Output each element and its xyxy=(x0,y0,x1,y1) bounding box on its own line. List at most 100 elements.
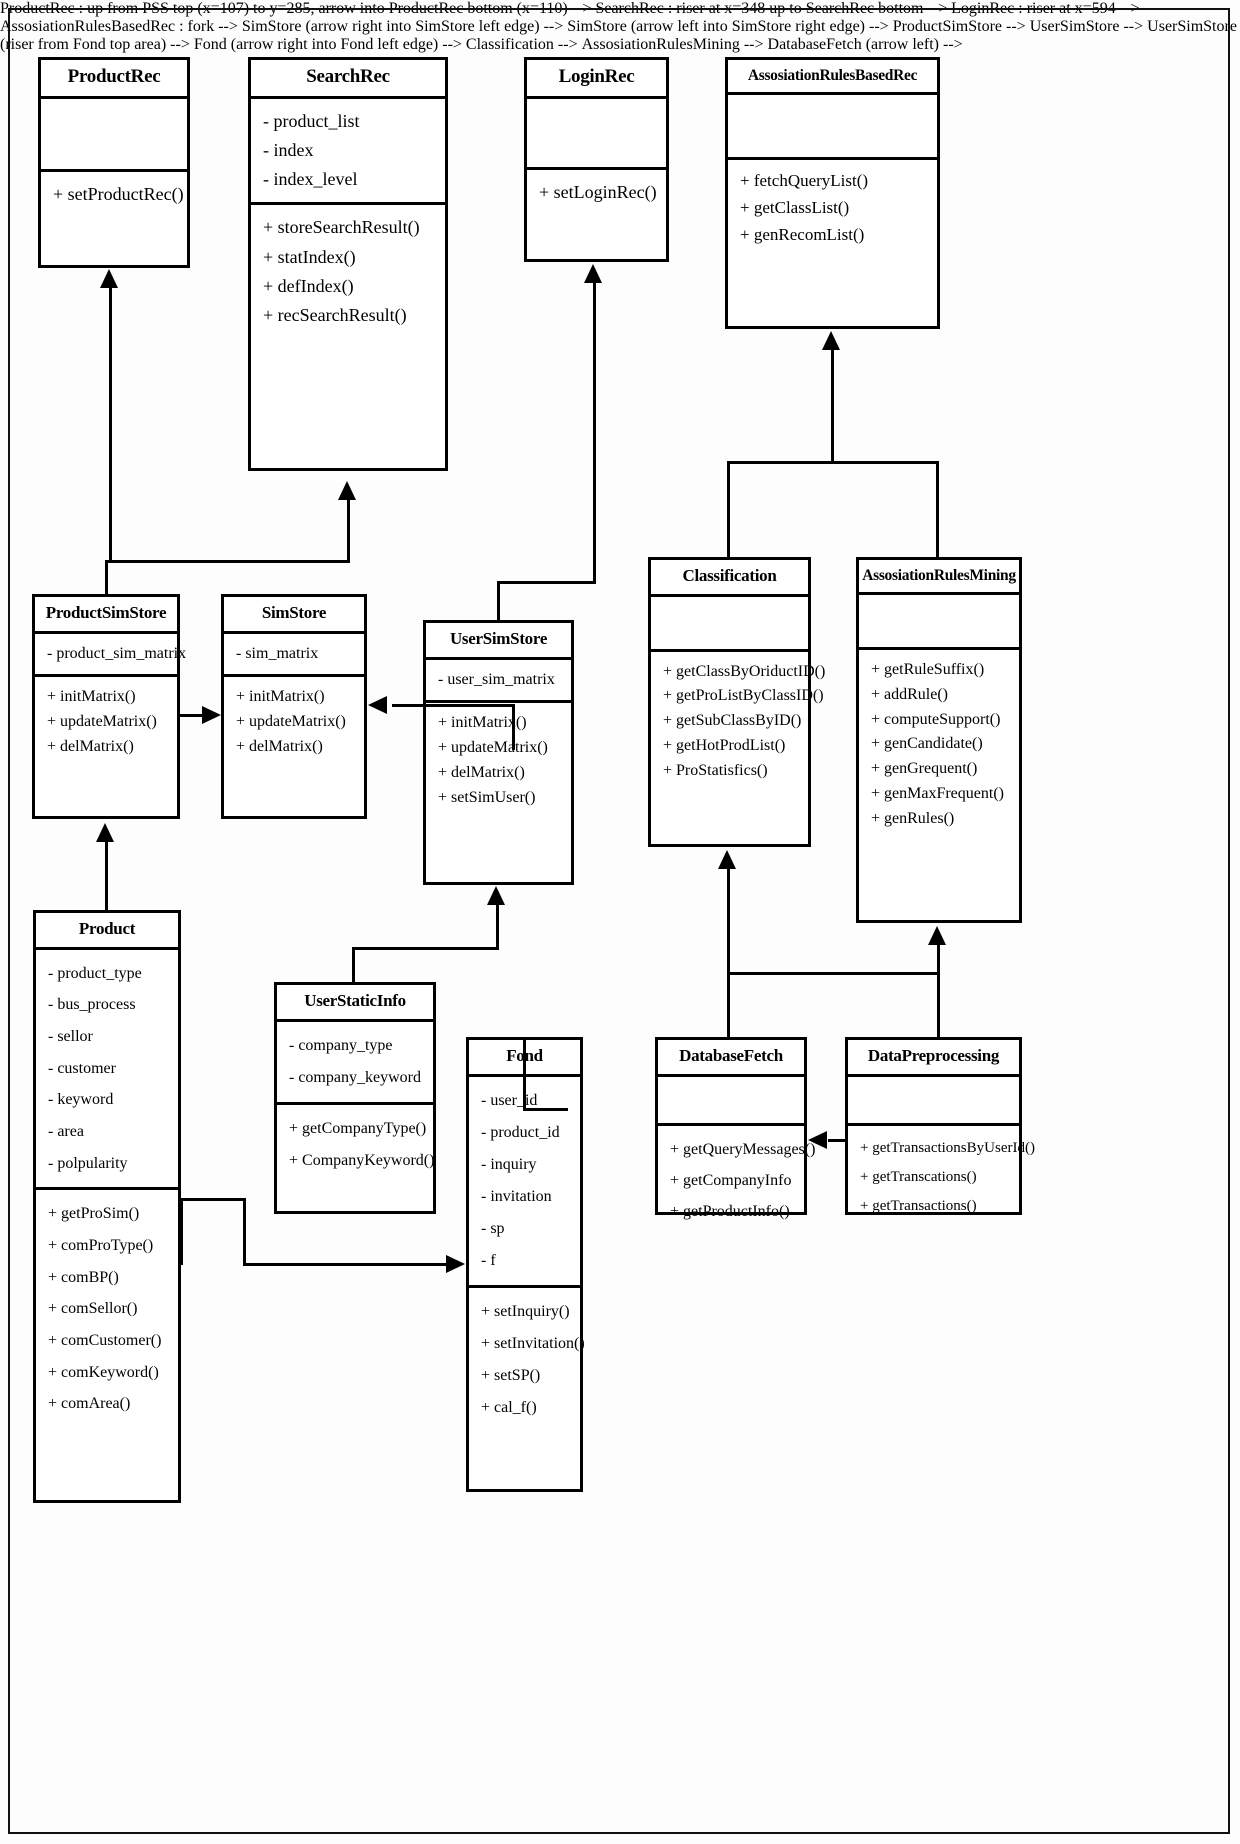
connector-datapreprocessing-to-assosiationrulesmining xyxy=(937,945,940,1039)
attribute-row: - f xyxy=(481,1251,496,1269)
operation-row: + addRule() xyxy=(871,685,948,703)
class-box-databasefetch[interactable]: DatabaseFetch + getQueryMessages() + get… xyxy=(655,1037,815,1220)
attribute-row: - user_sim_matrix xyxy=(438,670,555,688)
operation-row: + updateMatrix() xyxy=(236,713,346,731)
class-attributes-productsimstore: - product_sim_matrix xyxy=(35,634,187,678)
attribute-row: - company_keyword xyxy=(289,1068,421,1086)
connector-productrec-riser xyxy=(109,288,112,562)
operation-row: + getProSim() xyxy=(48,1205,140,1223)
attribute-row: - product_sim_matrix xyxy=(47,644,187,662)
class-attributes-datapreprocessing xyxy=(848,1077,1019,1126)
connector-fond-riser xyxy=(523,1037,526,1111)
class-name-databasefetch: DatabaseFetch xyxy=(658,1040,804,1077)
class-box-usersimstore[interactable]: UserSimStore - user_sim_matrix + initMat… xyxy=(423,620,574,885)
operation-row: + comKeyword() xyxy=(48,1363,159,1381)
connector-product-to-fond-step xyxy=(180,1198,245,1201)
operation-row: + comSellor() xyxy=(48,1300,138,1318)
connector-to-searchrec-horizontal xyxy=(105,560,350,563)
class-box-classification[interactable]: Classification + getClassByOriductID() +… xyxy=(648,557,826,847)
operation-row: + cal_f() xyxy=(481,1398,537,1416)
class-box-userstaticinfo[interactable]: UserStaticInfo - company_type - company_… xyxy=(274,982,436,1214)
operation-row: + getSubClassByID() xyxy=(663,712,802,730)
arrowhead-to-databasefetch-right xyxy=(808,1131,827,1149)
connector-fond-jog xyxy=(523,1108,568,1111)
operation-row: + genCandidate() xyxy=(871,735,983,753)
operation-row: + delMatrix() xyxy=(47,738,134,756)
class-box-assosiationrulesbasedrec[interactable]: AssosiationRulesBasedRec + fetchQueryLis… xyxy=(725,57,940,329)
operation-row: + delMatrix() xyxy=(438,764,525,782)
operation-row: + getRuleSuffix() xyxy=(871,661,985,679)
class-name-datapreprocessing: DataPreprocessing xyxy=(848,1040,1019,1077)
arrowhead-to-assosiationrulesbasedrec xyxy=(822,331,840,350)
connector-product-to-productsimstore xyxy=(105,842,108,911)
operation-row: + getTranscations() xyxy=(860,1168,977,1185)
connector-usersimstore-to-loginrec-vertical xyxy=(593,283,596,583)
operation-row: + setProductRec() xyxy=(53,183,184,204)
connector-product-to-fond-vertical xyxy=(180,1198,183,1265)
class-box-product[interactable]: Product - product_type - bus_process - s… xyxy=(33,910,181,1503)
operation-row: + getProListByClassID() xyxy=(663,687,824,705)
operation-row: + getTransactionsByUserId() xyxy=(860,1139,1035,1156)
attribute-row: - product_id xyxy=(481,1123,560,1141)
class-attributes-classification xyxy=(651,597,808,652)
operation-row: + getClassByOriductID() xyxy=(663,662,826,680)
class-attributes-databasefetch xyxy=(658,1077,804,1126)
operation-row: + genGrequent() xyxy=(871,760,978,778)
class-name-product: Product xyxy=(36,913,178,950)
class-attributes-userstaticinfo: - company_type - company_keyword xyxy=(277,1022,433,1105)
connector-fork-to-classification xyxy=(727,461,730,559)
attribute-row: - sp xyxy=(481,1219,505,1237)
operation-row: + comBP() xyxy=(48,1268,119,1286)
attribute-row: - sellor xyxy=(48,1028,93,1046)
attribute-row: - area xyxy=(48,1123,84,1141)
class-operations-classification: + getClassByOriductID() + getProListByCl… xyxy=(651,652,826,792)
connector-fork-riser-to-assosiationrulesbasedrec xyxy=(831,350,834,464)
class-operations-fond: + setInquiry() + setInvitation() + setSP… xyxy=(469,1288,585,1432)
class-operations-userstaticinfo: + getCompanyType() + CompanyKeyword() xyxy=(277,1105,435,1185)
class-operations-databasefetch: + getQueryMessages() + getCompanyInfo + … xyxy=(658,1126,815,1236)
class-attributes-searchrec: - product_list - index - index_level xyxy=(251,99,445,206)
class-attributes-productrec xyxy=(41,99,187,172)
class-box-productrec[interactable]: ProductRec + setProductRec() xyxy=(38,57,190,268)
class-name-userstaticinfo: UserStaticInfo xyxy=(277,985,433,1022)
operation-row: + genMaxFrequent() xyxy=(871,785,1004,803)
arrowhead-to-fond-left xyxy=(446,1255,465,1273)
class-attributes-product: - product_type - bus_process - sellor - … xyxy=(36,950,178,1191)
arrowhead-to-simstore-right xyxy=(368,696,387,714)
operation-row: + comArea() xyxy=(48,1395,131,1413)
class-attributes-usersimstore: - user_sim_matrix xyxy=(426,660,571,704)
attribute-row: - product_type xyxy=(48,964,142,982)
class-name-assosiationrulesbasedrec: AssosiationRulesBasedRec xyxy=(728,60,937,96)
attribute-row: - polpularity xyxy=(48,1154,128,1172)
uml-class-diagram: ProductRec + setProductRec() SearchRec -… xyxy=(0,0,1240,1844)
operation-row: + ProStatisfics() xyxy=(663,761,768,779)
class-box-datapreprocessing[interactable]: DataPreprocessing + getTransactionsByUse… xyxy=(845,1037,1035,1215)
class-box-productsimstore[interactable]: ProductSimStore - product_sim_matrix + i… xyxy=(32,594,187,819)
arrowhead-to-simstore-left xyxy=(202,706,221,724)
operation-row: + storeSearchResult() xyxy=(263,217,420,238)
operation-row: + getHotProdList() xyxy=(663,737,786,755)
class-operations-usersimstore: + initMatrix() + updateMatrix() + delMat… xyxy=(426,703,571,818)
connector-usersimstore-to-loginrec-horizontal xyxy=(497,581,596,584)
attribute-row: - inquiry xyxy=(481,1155,537,1173)
connector-userstaticinfo-to-usersimstore-vertical xyxy=(496,905,499,950)
operation-row: + updateMatrix() xyxy=(438,739,548,757)
connector-userstaticinfo-to-usersimstore-horizontal xyxy=(352,947,499,950)
arrowhead-to-searchrec xyxy=(338,481,356,500)
connector-usersimstore-to-simstore xyxy=(392,704,515,707)
class-box-loginrec[interactable]: LoginRec + setLoginRec() xyxy=(524,57,669,262)
connector-databasefetch-to-classification xyxy=(727,869,730,1039)
connector-fork-to-assosiationrulesmining xyxy=(936,461,939,559)
operation-row: + initMatrix() xyxy=(236,688,325,706)
attribute-row: - sim_matrix xyxy=(236,644,319,662)
operation-row: + CompanyKeyword() xyxy=(289,1151,435,1169)
class-operations-assosiationrulesmining: + getRuleSuffix() + addRule() + computeS… xyxy=(859,650,1019,840)
class-box-searchrec[interactable]: SearchRec - product_list - index - index… xyxy=(248,57,448,471)
connector-product-to-fond-horizontal xyxy=(243,1263,448,1266)
class-box-simstore[interactable]: SimStore - sim_matrix + initMatrix() + u… xyxy=(221,594,367,819)
connector-fork-bar xyxy=(727,461,938,464)
connector-datapreprocessing-to-databasefetch xyxy=(828,1139,848,1142)
class-name-classification: Classification xyxy=(651,560,808,597)
class-name-productsimstore: ProductSimStore xyxy=(35,597,177,634)
class-box-assosiationrulesmining[interactable]: AssosiationRulesMining + getRuleSuffix()… xyxy=(856,557,1022,923)
